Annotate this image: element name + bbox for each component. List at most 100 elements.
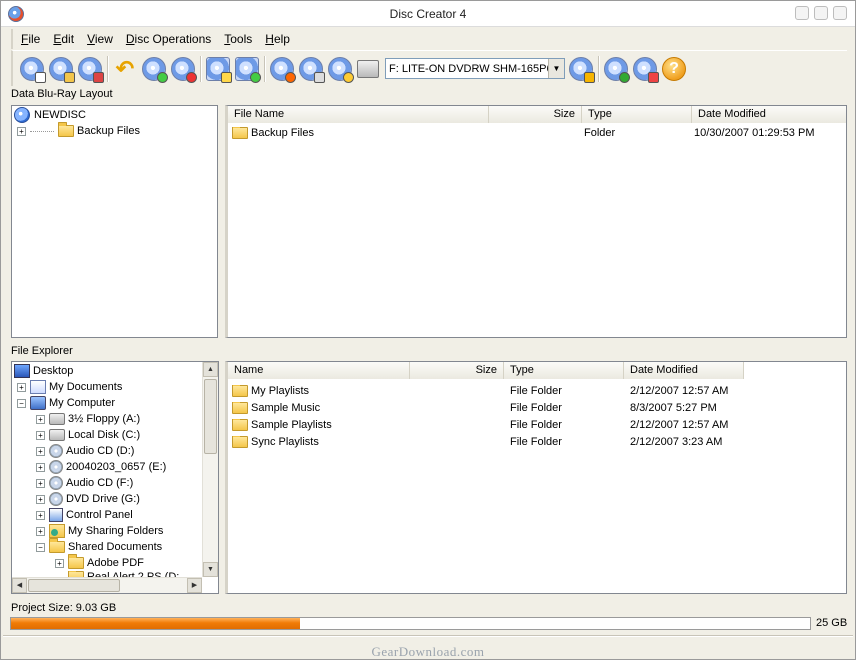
expand-icon[interactable]: + [36,446,45,456]
tree-item-adobe-pdf[interactable]: + Adobe PDF [55,554,144,571]
tree-item-my-computer[interactable]: − My Computer [17,395,115,411]
drive-icon [356,59,379,78]
scroll-down-icon[interactable]: ▼ [203,562,218,577]
menu-help[interactable]: Help [265,32,290,46]
add-files-button[interactable] [141,56,168,83]
burn-button[interactable] [269,56,296,83]
new-project-button[interactable] [19,56,46,83]
tree-item-audio-cd-d[interactable]: + Audio CD (D:) [36,443,134,459]
column-header-size[interactable]: Size [410,362,504,379]
column-header-type[interactable]: Type [582,106,692,123]
menu-file[interactable]: File [21,32,40,46]
column-header-date-modified[interactable]: Date Modified [692,106,846,123]
expand-icon[interactable]: + [36,478,45,488]
list-header: File Name Size Type Date Modified [228,106,846,123]
toolbar: ↶ F: LITE-ON DVDRW SHM-165P6S ▼ ? [11,50,847,86]
expand-icon[interactable]: + [36,526,45,536]
column-header-type[interactable]: Type [504,362,624,379]
column-header-size[interactable]: Size [489,106,582,123]
tree-connector [30,130,54,132]
disc-info-button[interactable] [327,56,354,83]
window-controls [795,6,847,20]
save-project-button[interactable] [77,56,104,83]
dvd-icon [49,492,63,506]
collapse-icon[interactable]: − [17,398,26,408]
list-item[interactable]: My Playlists File Folder 2/12/2007 12:57… [228,382,774,399]
tree-item-cd-e[interactable]: +20040203_0657 (E:) [36,459,166,475]
tree-item-floppy[interactable]: +3½ Floppy (A:) [36,411,140,427]
tree-item-label: Audio CD (F:) [66,477,134,489]
tree-item-audio-cd-f[interactable]: + Audio CD (F:) [36,475,133,491]
properties-button[interactable] [205,56,232,83]
tree-item-desktop[interactable]: Desktop [14,363,73,379]
explorer-section-label: File Explorer [11,345,73,357]
list-item[interactable]: Backup Files Folder 10/30/2007 01:29:53 … [228,124,846,141]
scroll-thumb[interactable] [28,579,120,592]
tree-item-newdisc[interactable]: NEWDISC [14,107,86,123]
help-button[interactable]: ? [661,56,687,82]
scroll-thumb[interactable] [204,379,217,454]
menu-edit[interactable]: Edit [53,32,74,46]
list-item[interactable]: Sample Playlists File Folder 2/12/2007 1… [228,416,774,433]
file-date: 2/12/2007 12:57 AM [630,418,729,431]
drive-select[interactable]: F: LITE-ON DVDRW SHM-165P6S ▼ [385,58,565,79]
expand-icon[interactable]: + [17,126,26,136]
add-folder-button[interactable] [234,56,261,83]
expand-icon[interactable]: + [17,382,26,392]
tree-item-dvd-drive[interactable]: + DVD Drive (G:) [36,491,140,507]
tree-item-backup-files[interactable]: + Backup Files [17,122,140,139]
expand-icon[interactable]: + [36,510,45,520]
tools-button[interactable] [632,56,659,83]
menu-disc-operations[interactable]: Disc Operations [126,32,211,46]
list-item[interactable]: Sync Playlists File Folder 2/12/2007 3:2… [228,433,774,450]
window-title: Disc Creator 4 [389,7,467,21]
tree-item-shared-documents[interactable]: − Shared Documents [36,538,162,555]
maximize-button[interactable] [814,6,828,20]
horizontal-scrollbar[interactable]: ◀ ▶ [12,577,202,593]
scroll-right-icon[interactable]: ▶ [187,578,202,593]
column-header-date-modified[interactable]: Date Modified [624,362,744,379]
computer-icon [30,396,46,410]
tree-item-my-documents[interactable]: + My Documents [17,379,122,395]
expand-icon[interactable]: + [36,462,45,472]
collapse-icon[interactable]: − [36,542,45,552]
update-button[interactable] [603,56,630,83]
expand-icon[interactable]: + [36,430,45,440]
watermark: GearDownload.com [371,644,485,659]
minimize-button[interactable] [795,6,809,20]
column-header-name[interactable]: Name [228,362,410,379]
close-button[interactable] [833,6,847,20]
dropdown-arrow-icon[interactable]: ▼ [548,59,564,78]
tree-item-label: Audio CD (D:) [66,445,135,457]
scroll-left-icon[interactable]: ◀ [12,578,27,593]
file-explorer-tree: Desktop + My Documents − My Computer +3½ F… [11,361,219,594]
column-header-file-name[interactable]: File Name [228,106,489,123]
erase-disc-button[interactable] [298,56,325,83]
scroll-up-icon[interactable]: ▲ [203,362,218,377]
drive-eject-button[interactable] [356,56,382,82]
vertical-scrollbar[interactable]: ▲ ▼ [202,362,218,577]
tree-item-sharing-folders[interactable]: + My Sharing Folders [36,523,163,539]
menu-tools[interactable]: Tools [224,32,252,46]
file-date: 2/12/2007 12:57 AM [630,384,729,397]
burn-icon [270,56,296,83]
cd-icon [49,444,63,458]
tree-item-control-panel[interactable]: + Control Panel [36,507,133,523]
file-name: Sample Music [251,401,321,414]
undo-button[interactable]: ↶ [112,56,138,82]
expand-icon[interactable]: + [55,558,64,568]
expand-icon[interactable]: + [36,494,45,504]
menu-view[interactable]: View [87,32,113,46]
toolbar-separator [200,55,202,82]
eject-button[interactable] [568,56,595,83]
file-name: My Playlists [251,384,310,397]
expand-icon[interactable]: + [36,414,45,424]
tree-item-local-disk[interactable]: + Local Disk (C:) [36,427,140,443]
app-window: Disc Creator 4 File Edit View Disc Opera… [0,0,856,660]
remove-files-button[interactable] [170,56,197,83]
update-icon [604,56,630,83]
open-project-button[interactable] [48,56,75,83]
floppy-icon [49,413,65,425]
list-item[interactable]: Sample Music File Folder 8/3/2007 5:27 P… [228,399,774,416]
tree-item-label: Backup Files [77,125,140,137]
